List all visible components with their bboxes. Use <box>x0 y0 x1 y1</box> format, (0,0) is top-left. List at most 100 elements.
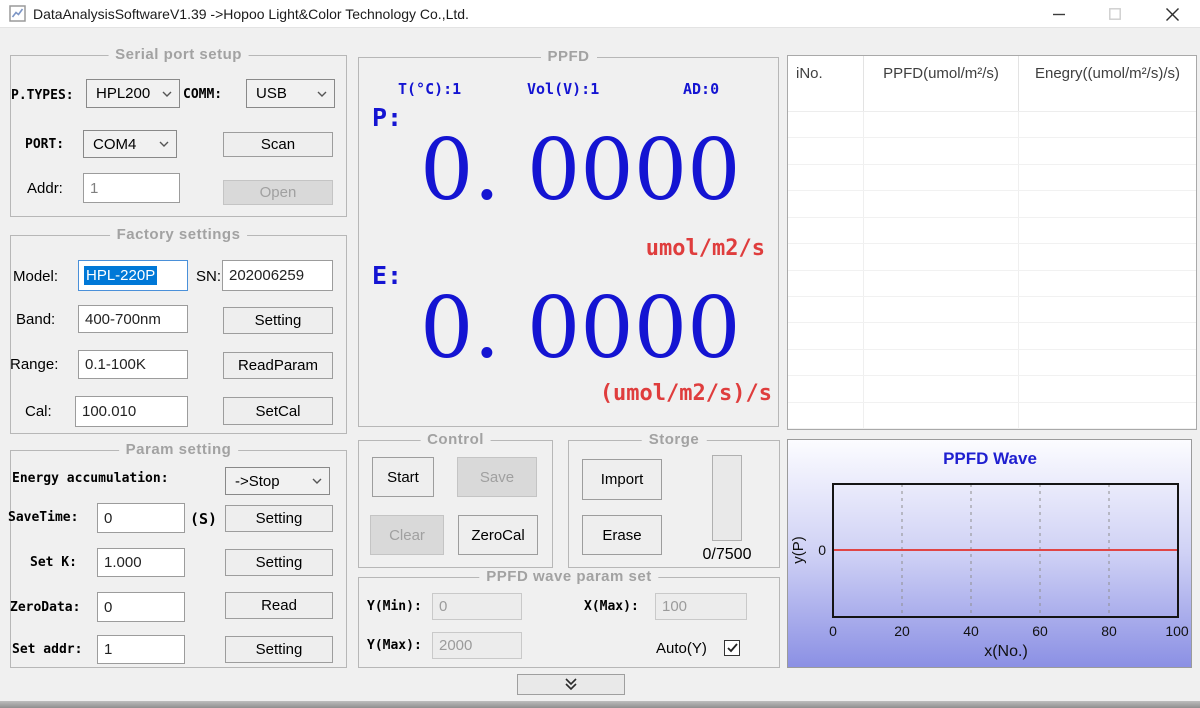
ad-readout: AD:0 <box>683 80 719 98</box>
wave-chart-svg: PPFD Wave 0 y(P) 0 20 40 60 80 100 x(No.… <box>788 440 1191 667</box>
energy-value: 0. 0000 <box>420 286 720 370</box>
sn-label: SN: <box>196 268 221 285</box>
chevron-down-icon <box>159 141 169 147</box>
savetime-unit-label: (S) <box>190 510 217 528</box>
chevron-down-icon <box>317 91 327 97</box>
setaddr-field[interactable] <box>97 635 185 664</box>
ptypes-label: P.TYPES: <box>11 88 74 103</box>
band-field[interactable] <box>78 305 188 333</box>
table-row <box>788 403 1196 429</box>
ptypes-combobox[interactable]: HPL200 <box>86 79 180 108</box>
sn-field[interactable] <box>222 260 333 291</box>
zerodata-field[interactable] <box>97 592 185 622</box>
x-tick-label: 20 <box>894 623 910 639</box>
x-tick-label: 40 <box>963 623 979 639</box>
close-button[interactable] <box>1152 0 1192 28</box>
savetime-setting-button[interactable]: Setting <box>225 505 333 532</box>
setaddr-setting-button[interactable]: Setting <box>225 636 333 663</box>
range-field[interactable] <box>78 350 188 379</box>
ymin-field <box>432 593 522 620</box>
ppfd-wave-chart: PPFD Wave 0 y(P) 0 20 40 60 80 100 x(No.… <box>787 439 1192 668</box>
close-icon <box>1166 8 1179 21</box>
setk-label: Set K: <box>30 555 77 570</box>
group-title: Control <box>420 431 491 448</box>
scan-button[interactable]: Scan <box>223 132 333 157</box>
table-row <box>788 218 1196 244</box>
group-title: Serial port setup <box>108 46 249 63</box>
x-tick-label: 100 <box>1165 623 1189 639</box>
band-setting-button[interactable]: Setting <box>223 307 333 334</box>
table-row <box>788 350 1196 376</box>
y-axis-label: y(P) <box>790 536 807 564</box>
setk-field[interactable] <box>97 548 185 577</box>
group-title: Storge <box>642 431 707 448</box>
port-combobox[interactable]: COM4 <box>83 130 177 158</box>
chart-title: PPFD Wave <box>943 449 1037 468</box>
ptypes-value: HPL200 <box>96 85 150 102</box>
chevron-down-icon <box>162 91 172 97</box>
comm-label: COMM: <box>183 87 222 102</box>
table-row <box>788 112 1196 138</box>
autoy-checkbox[interactable] <box>724 640 740 656</box>
minimize-button[interactable] <box>1041 0 1077 28</box>
expand-panel-button[interactable] <box>517 674 625 695</box>
comm-combobox[interactable]: USB <box>246 79 335 108</box>
erase-button[interactable]: Erase <box>582 515 662 555</box>
ymax-field <box>432 632 522 659</box>
zerodata-read-button[interactable]: Read <box>225 592 333 619</box>
column-header-energy: Enegry((umol/m²/s)/s) <box>1019 56 1196 111</box>
wave-param-group: PPFD wave param set <box>358 577 780 668</box>
start-button[interactable]: Start <box>372 457 434 497</box>
savetime-label: SaveTime: <box>8 510 78 525</box>
table-row <box>788 297 1196 323</box>
xmax-field <box>655 593 747 620</box>
setk-setting-button[interactable]: Setting <box>225 549 333 576</box>
p-label: P: <box>372 103 402 132</box>
addr-field[interactable] <box>83 173 180 203</box>
comm-value: USB <box>256 85 287 102</box>
maximize-button[interactable] <box>1097 0 1133 28</box>
addr-label: Addr: <box>27 180 63 197</box>
table-row <box>788 191 1196 217</box>
energy-accumulation-label: Energy accumulation: <box>12 471 169 486</box>
energy-accumulation-value: ->Stop <box>235 473 280 490</box>
readparam-button[interactable]: ReadParam <box>223 352 333 379</box>
clear-button: Clear <box>370 515 444 555</box>
model-selected-text: HPL-220P <box>84 266 157 285</box>
column-header-ino: iNo. <box>788 56 864 111</box>
energy-accumulation-combobox[interactable]: ->Stop <box>225 467 330 495</box>
y-tick-label: 0 <box>818 542 826 558</box>
setcal-button[interactable]: SetCal <box>223 397 333 425</box>
e-label: E: <box>372 261 402 290</box>
table-header-row: iNo. PPFD(umol/m²/s) Enegry((umol/m²/s)/… <box>788 56 1196 112</box>
ppfd-value: 0. 0000 <box>420 128 720 212</box>
app-window: DataAnalysisSoftwareV1.39 ->Hopoo Light&… <box>0 0 1200 708</box>
import-button[interactable]: Import <box>582 459 662 500</box>
storage-progress-bar <box>712 455 742 541</box>
zerodata-label: ZeroData: <box>10 600 80 615</box>
zerocal-button[interactable]: ZeroCal <box>458 515 538 555</box>
x-tick-label: 80 <box>1101 623 1117 639</box>
table-body <box>788 112 1196 429</box>
group-title: PPFD <box>540 48 596 65</box>
table-row <box>788 138 1196 164</box>
open-button: Open <box>223 180 333 205</box>
xmax-label: X(Max): <box>584 599 639 614</box>
model-field[interactable]: HPL-220P <box>78 260 188 291</box>
temperature-readout: T(°C):1 <box>398 80 461 98</box>
ymin-label: Y(Min): <box>367 599 422 614</box>
savetime-field[interactable] <box>97 503 185 533</box>
window-title: DataAnalysisSoftwareV1.39 ->Hopoo Light&… <box>33 6 469 22</box>
maximize-icon <box>1109 8 1121 20</box>
table-row <box>788 165 1196 191</box>
cal-field[interactable] <box>75 396 188 427</box>
window-bottom-edge <box>0 701 1200 708</box>
group-title: PPFD wave param set <box>479 568 658 585</box>
model-label: Model: <box>13 268 58 285</box>
chevron-double-down-icon <box>563 678 579 691</box>
minimize-icon <box>1053 8 1065 20</box>
x-tick-label: 60 <box>1032 623 1048 639</box>
storage-progress-text: 0/7500 <box>688 546 766 564</box>
titlebar: DataAnalysisSoftwareV1.39 ->Hopoo Light&… <box>0 0 1200 28</box>
app-icon <box>9 5 26 22</box>
